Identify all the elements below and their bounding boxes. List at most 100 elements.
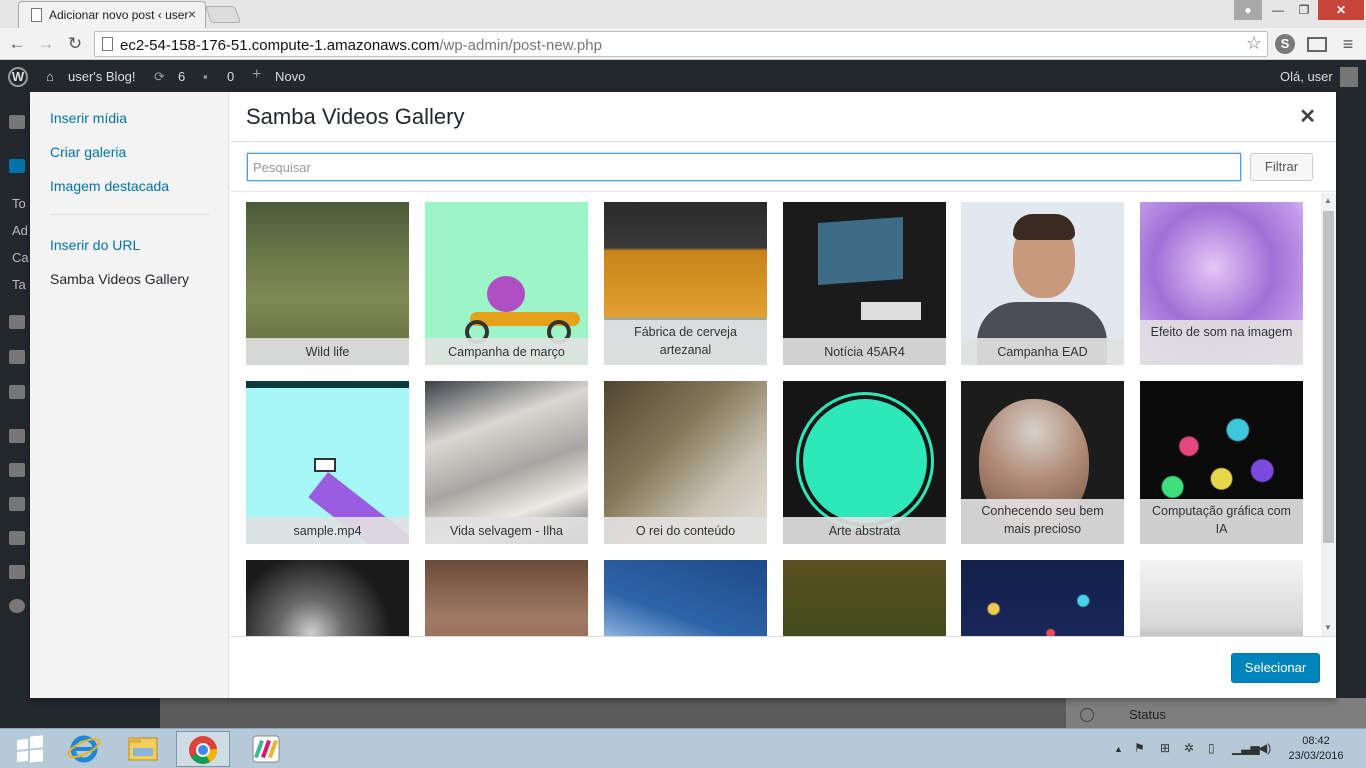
video-tile[interactable]: sample.mp4: [246, 381, 409, 544]
updates-icon[interactable]: ⟳: [154, 69, 165, 85]
video-tile[interactable]: Campanha de março: [425, 202, 588, 365]
profile-icon[interactable]: ●: [1234, 0, 1262, 20]
user-greeting[interactable]: Olá, user: [1280, 69, 1333, 84]
browser-menu-icon[interactable]: ≡: [1338, 34, 1358, 54]
address-bar[interactable]: ec2-54-158-176-51.compute-1.amazonaws.co…: [94, 31, 1268, 57]
media-icon[interactable]: [9, 315, 25, 329]
posts-icon[interactable]: [9, 159, 25, 173]
plugins-icon[interactable]: [9, 463, 25, 477]
video-thumbnail: [1140, 560, 1303, 636]
comments-icon[interactable]: ▪: [203, 69, 208, 84]
video-tile[interactable]: Fábrica de cerveja artezanal: [604, 202, 767, 365]
scroll-up-icon[interactable]: ▲: [1324, 196, 1332, 205]
show-hidden-icons[interactable]: ▲: [1114, 744, 1123, 754]
menu-create-gallery[interactable]: Criar galeria: [50, 144, 126, 160]
plus-icon[interactable]: +: [252, 66, 261, 84]
comments-menu-icon[interactable]: [9, 385, 25, 399]
new-tab-button[interactable]: [204, 6, 242, 23]
avatar[interactable]: [1340, 67, 1358, 87]
site-name-link[interactable]: user's Blog!: [68, 69, 136, 84]
tools-icon[interactable]: [9, 531, 25, 545]
video-tile[interactable]: Computação gráfica com IA: [1140, 381, 1303, 544]
cast-icon[interactable]: [1307, 37, 1327, 52]
back-icon[interactable]: ←: [6, 33, 28, 55]
scroll-down-icon[interactable]: ▼: [1324, 623, 1332, 632]
clock-date: 23/03/2016: [1288, 750, 1344, 762]
divider: [230, 141, 1336, 142]
search-input[interactable]: [247, 153, 1241, 181]
media-modal: Inserir mídia Criar galeria Imagem desta…: [30, 92, 1336, 698]
gallery-scrollbar[interactable]: ▲ ▼: [1321, 193, 1336, 636]
device-icon[interactable]: ▯: [1208, 741, 1215, 755]
video-tile[interactable]: O rei do conteúdo: [604, 381, 767, 544]
menu-item-tags[interactable]: Ta: [12, 277, 26, 292]
forward-icon[interactable]: →: [35, 33, 57, 55]
close-window-button[interactable]: ✕: [1318, 0, 1364, 20]
file-explorer-icon[interactable]: [116, 731, 170, 767]
new-content-link[interactable]: Novo: [275, 69, 305, 84]
video-tile[interactable]: Conhecendo seu bem mais precioso: [961, 381, 1124, 544]
video-tile[interactable]: Efeito de som na imagem: [1140, 202, 1303, 365]
start-icon[interactable]: [4, 731, 58, 767]
video-tile[interactable]: [604, 560, 767, 636]
video-title: Fábrica de cerveja artezanal: [604, 320, 767, 365]
scroll-thumb[interactable]: [1323, 211, 1334, 543]
dashboard-icon[interactable]: [9, 115, 25, 129]
pages-icon[interactable]: [9, 350, 25, 364]
network-icon[interactable]: ▁▃▅: [1232, 741, 1260, 755]
internet-explorer-icon[interactable]: [58, 731, 112, 767]
minimize-button[interactable]: —: [1264, 0, 1292, 20]
menu-insert-from-url[interactable]: Inserir do URL: [50, 237, 140, 253]
video-tile[interactable]: [246, 560, 409, 636]
appearance-icon[interactable]: [9, 429, 25, 443]
updates-count: 6: [178, 69, 186, 84]
wordpress-logo-icon[interactable]: W: [8, 67, 28, 87]
chrome-icon[interactable]: [176, 731, 230, 767]
windows-tray-icon[interactable]: ⊞: [1160, 741, 1170, 755]
menu-item-add[interactable]: Ad: [12, 223, 28, 238]
browser-tab[interactable]: Adicionar novo post ‹ user ×: [18, 1, 206, 28]
video-title: Campanha de março: [425, 338, 588, 365]
video-tile[interactable]: Campanha EAD: [961, 202, 1124, 365]
users-icon[interactable]: [9, 497, 25, 511]
filter-button[interactable]: Filtrar: [1250, 153, 1313, 181]
home-icon[interactable]: ⌂: [46, 69, 54, 84]
tab-title: Adicionar novo post ‹ user: [49, 8, 189, 22]
slack-icon[interactable]: [240, 731, 294, 767]
menu-featured-image[interactable]: Imagem destacada: [50, 178, 169, 194]
status-radio[interactable]: [1080, 708, 1094, 722]
video-tile[interactable]: Wild life: [246, 202, 409, 365]
divider: [230, 191, 1336, 192]
reload-icon[interactable]: ↻: [64, 33, 86, 55]
bookmark-star-icon[interactable]: ☆: [1246, 33, 1262, 54]
select-button[interactable]: Selecionar: [1231, 653, 1320, 683]
video-title: O rei do conteúdo: [604, 517, 767, 544]
menu-item-all[interactable]: To: [12, 196, 26, 211]
close-icon[interactable]: ✕: [1299, 104, 1316, 129]
modal-toolbar: Selecionar: [230, 636, 1336, 698]
video-tile[interactable]: Arte abstrata: [783, 381, 946, 544]
publish-box: [1066, 698, 1366, 728]
video-tile[interactable]: [1140, 560, 1303, 636]
menu-item-categories[interactable]: Ca: [12, 250, 29, 265]
video-tile[interactable]: Notícia 45AR4: [783, 202, 946, 365]
menu-samba-gallery[interactable]: Samba Videos Gallery: [50, 271, 189, 287]
skype-extension-icon[interactable]: S: [1275, 34, 1295, 54]
volume-icon[interactable]: ◀): [1258, 741, 1271, 755]
video-tile[interactable]: [425, 560, 588, 636]
video-title: Computação gráfica com IA: [1140, 499, 1303, 544]
video-title: Vida selvagem - Ilha: [425, 517, 588, 544]
collapse-menu-icon[interactable]: [9, 599, 25, 613]
maximize-button[interactable]: ❐: [1290, 0, 1318, 20]
flag-icon[interactable]: ⚑: [1134, 741, 1145, 755]
settings-tray-icon[interactable]: ✲: [1184, 741, 1194, 755]
settings-icon[interactable]: [9, 565, 25, 579]
tab-close-icon[interactable]: ×: [188, 6, 196, 22]
video-tile[interactable]: [961, 560, 1124, 636]
menu-insert-media[interactable]: Inserir mídia: [50, 110, 127, 126]
taskbar-clock[interactable]: 08:42 23/03/2016: [1284, 734, 1348, 764]
browser-toolbar: ← → ↻ ec2-54-158-176-51.compute-1.amazon…: [0, 28, 1366, 60]
video-tile[interactable]: Vida selvagem - Ilha: [425, 381, 588, 544]
clock-time: 08:42: [1302, 735, 1330, 747]
video-tile[interactable]: [783, 560, 946, 636]
